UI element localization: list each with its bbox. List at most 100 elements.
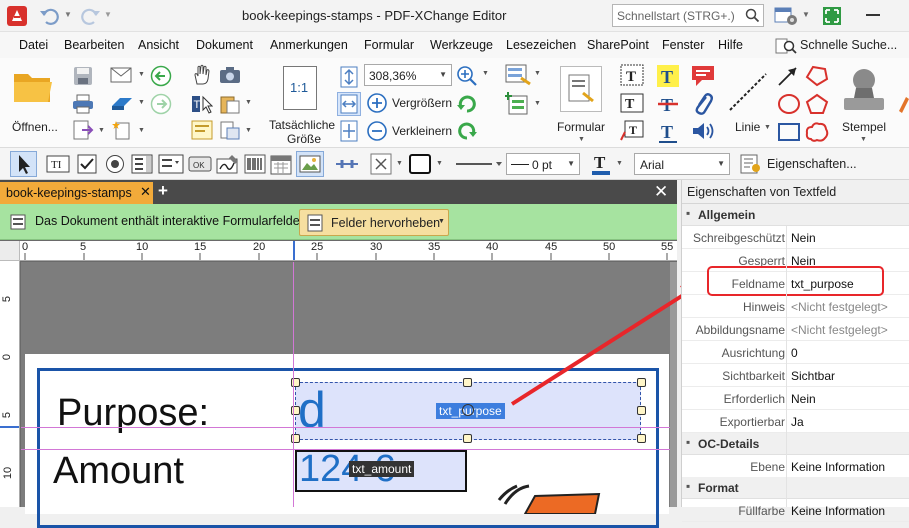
section-oc-details[interactable]: ▪ OC-Details (682, 433, 909, 455)
fill-none-icon[interactable] (370, 153, 392, 178)
save-icon[interactable] (72, 66, 94, 89)
scan-icon[interactable] (110, 94, 134, 115)
resize-handle[interactable] (637, 378, 646, 387)
line-tool-button[interactable]: Linie ▼ (724, 62, 772, 146)
property-row[interactable]: Abbildungsname <Nicht festgelegt> (682, 318, 909, 341)
fill-dropdown-icon[interactable]: ▼ (396, 160, 403, 167)
menu-bearbeiten[interactable]: Bearbeiten (64, 38, 124, 52)
print-icon[interactable] (72, 94, 94, 117)
radio-button-tool-icon[interactable] (104, 154, 126, 177)
text-field-tool-icon[interactable]: TI (46, 154, 70, 177)
select-tool-icon[interactable] (10, 151, 37, 177)
redo-dropdown-icon[interactable]: ▼ (104, 10, 112, 19)
property-row[interactable]: Exportierbar Ja (682, 410, 909, 433)
menu-formular[interactable]: Formular (364, 38, 414, 52)
barcode-tool-icon[interactable] (244, 154, 266, 177)
fit-visible-icon[interactable] (339, 120, 359, 145)
fullscreen-icon[interactable] (822, 6, 842, 29)
layout-dropdown-icon[interactable]: ▼ (802, 10, 810, 19)
property-row[interactable]: Sichtbarkeit Sichtbar (682, 364, 909, 387)
zoom-in-dropdown-icon[interactable]: ▼ (482, 70, 489, 77)
resize-handle[interactable] (463, 378, 472, 387)
clipboard-dropdown-icon[interactable]: ▼ (245, 99, 252, 106)
signature-tool-icon[interactable] (216, 153, 240, 178)
date-field-tool-icon[interactable] (270, 153, 292, 178)
ellipse-tool-icon[interactable] (777, 93, 801, 118)
form-button[interactable]: Formular ▼ (553, 62, 611, 146)
list-box-tool-icon[interactable] (131, 154, 153, 177)
document-tab[interactable]: book-keepings-stamps ✕ (0, 182, 153, 204)
rectangle-tool-icon[interactable] (777, 121, 801, 146)
export-icon[interactable] (72, 120, 94, 143)
close-document-icon[interactable]: ✕ (654, 182, 668, 202)
actual-size-button[interactable]: 1:1 Tatsächliche Größe (266, 62, 335, 146)
snapshot-icon[interactable] (219, 66, 241, 87)
property-row[interactable]: Schreibgeschützt Nein (682, 226, 909, 249)
menu-anmerkungen[interactable]: Anmerkungen (270, 38, 348, 52)
polygon-tool-icon[interactable] (805, 65, 829, 90)
underline-text-icon[interactable]: T (656, 120, 680, 147)
pencil-tool-icon[interactable] (896, 93, 909, 118)
sound-icon[interactable] (690, 120, 716, 145)
minimize-button[interactable] (866, 14, 880, 16)
button-tool-icon[interactable]: OK (188, 155, 212, 176)
paste-dropdown-icon[interactable]: ▼ (245, 127, 252, 134)
amount-text-field[interactable]: 124 € txt_amount (295, 448, 467, 492)
highlight-text-icon[interactable]: T (656, 64, 680, 91)
arrow-tool-icon[interactable] (777, 65, 799, 90)
menu-ansicht[interactable]: Ansicht (138, 38, 179, 52)
new-tab-icon[interactable]: + (158, 182, 174, 200)
comment-icon[interactable] (191, 120, 213, 143)
menu-werkzeuge[interactable]: Werkzeuge (430, 38, 493, 52)
fit-page-icon[interactable] (339, 66, 359, 91)
menu-hilfe[interactable]: Hilfe (718, 38, 743, 52)
add-field-dropdown-icon[interactable]: ▼ (534, 100, 541, 107)
form-layout-dropdown-icon[interactable]: ▼ (534, 70, 541, 77)
menu-lesezeichen[interactable]: Lesezeichen (506, 38, 576, 52)
back-icon[interactable] (150, 65, 172, 90)
text-box-tool-icon[interactable]: T (620, 64, 644, 89)
app-logo-icon[interactable] (6, 5, 28, 27)
zoom-in-button[interactable]: Vergrößern (364, 92, 454, 114)
zoom-in-small-icon[interactable] (456, 65, 478, 90)
paste-icon[interactable] (219, 120, 241, 143)
resize-handle[interactable] (637, 434, 646, 443)
callout-tool-icon[interactable]: T (620, 120, 644, 145)
line-style-icon[interactable] (454, 154, 504, 174)
new-document-dropdown-icon[interactable]: ▼ (138, 127, 145, 134)
open-button[interactable]: Öffnen... (4, 62, 62, 146)
email-dropdown-icon[interactable]: ▼ (138, 71, 145, 78)
image-field-tool-icon[interactable] (296, 151, 324, 177)
property-row[interactable]: Ebene Keine Information (682, 455, 909, 478)
scan-dropdown-icon[interactable]: ▼ (138, 99, 145, 106)
resize-handle[interactable] (463, 434, 472, 443)
menu-fenster[interactable]: Fenster (662, 38, 704, 52)
align-tool-icon[interactable] (334, 154, 360, 177)
text-color-dropdown-icon[interactable]: ▼ (616, 160, 623, 167)
highlight-fields-button[interactable]: Felder hervorheben ▼ (299, 209, 449, 236)
rotate-handle[interactable] (462, 404, 474, 416)
menu-dokument[interactable]: Dokument (196, 38, 253, 52)
font-select[interactable]: Arial ▼ (634, 153, 730, 175)
stroke-width-input[interactable]: 0 pt ▼ (506, 153, 580, 175)
rotate-clockwise-icon[interactable] (456, 93, 478, 118)
resize-handle[interactable] (637, 406, 646, 415)
redo-icon[interactable] (78, 6, 102, 26)
form-layout-icon[interactable] (505, 64, 531, 89)
combo-box-tool-icon[interactable] (158, 154, 184, 177)
typewriter-tool-icon[interactable]: T (620, 92, 644, 117)
sticky-note-icon[interactable] (690, 64, 716, 91)
close-tab-icon[interactable]: ✕ (140, 184, 151, 200)
section-allgemein[interactable]: ▪ Allgemein (682, 204, 909, 226)
export-dropdown-icon[interactable]: ▼ (98, 127, 105, 134)
rotate-counterclockwise-icon[interactable] (456, 120, 478, 145)
add-field-icon[interactable] (504, 92, 531, 119)
stamp-button[interactable]: Stempel ▼ (836, 62, 892, 146)
property-row[interactable]: Hinweis <Nicht festgelegt> (682, 295, 909, 318)
properties-button[interactable]: Eigenschaften... (739, 152, 859, 176)
hand-tool-icon[interactable] (191, 64, 213, 89)
pentagon-tool-icon[interactable] (805, 93, 829, 118)
strikeout-text-icon[interactable]: T (656, 92, 680, 119)
attachment-icon[interactable] (692, 91, 714, 120)
menu-datei[interactable]: Datei (19, 38, 48, 52)
